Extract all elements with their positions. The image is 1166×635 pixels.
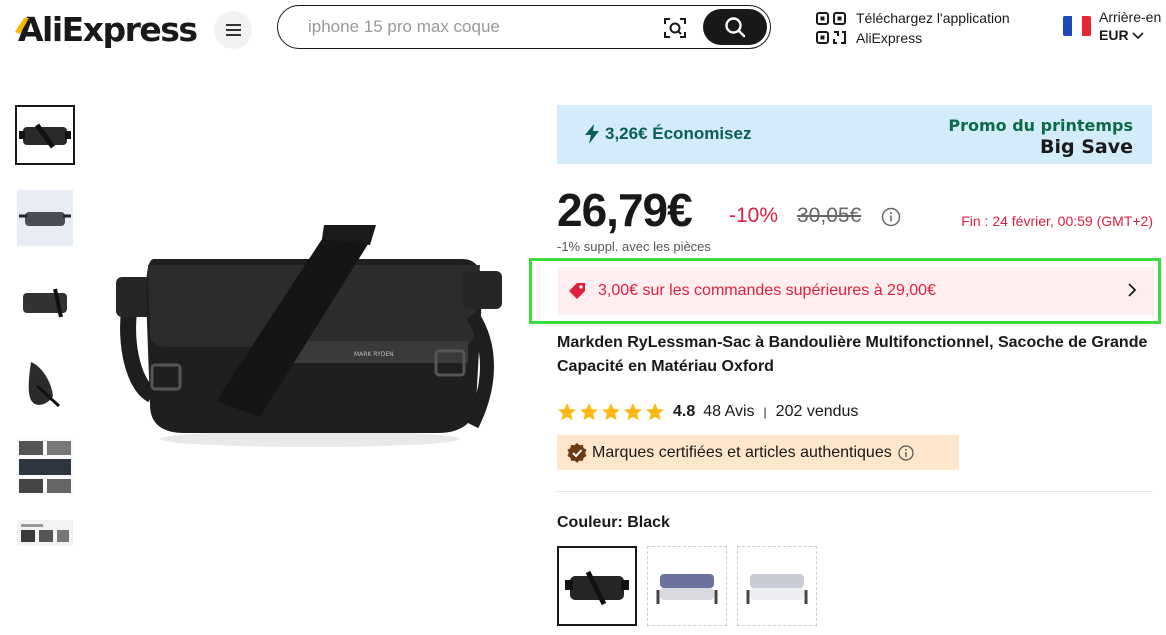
- bag-grey-swatch-image: [656, 574, 718, 604]
- promo-title: Promo du printemps Big Save: [948, 116, 1133, 158]
- bag-white-swatch-image: [746, 574, 808, 604]
- product-title: Markden RyLessman-Sac à Bandoulière Mult…: [557, 334, 1148, 375]
- info-icon[interactable]: [898, 444, 914, 461]
- app-download-text: Téléchargez l'application AliExpress: [856, 8, 1010, 48]
- locale-selector[interactable]: Arrière-en EUR: [1063, 8, 1161, 48]
- thumbnail-3[interactable]: [15, 271, 75, 331]
- star-icon: [624, 403, 642, 421]
- search-input[interactable]: [308, 17, 658, 37]
- discount-percent: -10%: [729, 204, 779, 227]
- svg-text:MARK RYDEN: MARK RYDEN: [354, 351, 394, 358]
- swatch-black[interactable]: [557, 546, 637, 626]
- logo-text: AliExpress: [18, 9, 198, 49]
- main-product-image[interactable]: MARK RYDEN: [92, 225, 528, 455]
- thumbnail-5[interactable]: [15, 437, 75, 497]
- star-icon: [646, 403, 664, 421]
- top-header: AliExpress Téléchargez l'a: [0, 0, 1166, 56]
- thumbnail-list: [15, 105, 75, 569]
- rating-value: 4.8: [673, 403, 696, 420]
- thumbnail-2[interactable]: [15, 188, 75, 248]
- menu-button[interactable]: [214, 11, 252, 49]
- bag-grey-thumb-image: [17, 190, 73, 246]
- section-divider: [557, 491, 1153, 492]
- color-label: Couleur: Black: [557, 514, 670, 531]
- app-download-line1: Téléchargez l'application: [856, 10, 1010, 26]
- star-icon: [602, 403, 620, 421]
- france-flag-icon: [1063, 16, 1091, 36]
- bag-collage-thumb-image: [17, 439, 73, 495]
- aliexpress-logo[interactable]: AliExpress: [15, 9, 198, 49]
- coupon-content: 3,00€ sur les commandes supérieures à 29…: [558, 267, 1154, 315]
- bag-worn-thumb-image: [28, 362, 61, 408]
- thumbnail-6[interactable]: [15, 520, 75, 546]
- promo-title-line1: Promo du printemps: [948, 116, 1133, 135]
- info-icon[interactable]: [881, 207, 901, 227]
- sold-count: 202 vendus: [775, 403, 859, 420]
- promo-banner[interactable]: 3,26€ Économisez Promo du printemps Big …: [557, 105, 1152, 164]
- reviews-link[interactable]: 48 Avis: [703, 403, 754, 421]
- search-button[interactable]: [703, 9, 767, 45]
- swatch-white[interactable]: [737, 546, 817, 626]
- search-icon: [725, 17, 746, 38]
- chevron-right-icon: [1128, 283, 1137, 297]
- star-icon: [580, 403, 598, 421]
- price-row: 26,79€ -10% 30,05€ Fin : 24 février, 00:…: [557, 183, 1157, 236]
- qr-code-icon: [816, 12, 846, 44]
- locale-ship-to: Arrière-en: [1099, 9, 1162, 25]
- currency-label: EUR: [1099, 27, 1129, 43]
- bag-black-thumb-image: [19, 123, 71, 149]
- coupon-text: 3,00€ sur les commandes supérieures à 29…: [598, 282, 936, 299]
- thumbnail-4[interactable]: [15, 354, 75, 414]
- coins-note: -1% suppl. avec les pièces: [557, 239, 711, 254]
- coupon-banner[interactable]: 3,00€ sur les commandes supérieures à 29…: [529, 258, 1161, 324]
- certified-check-icon: [567, 442, 587, 463]
- authenticity-badge: Marques certifiées et articles authentiq…: [557, 435, 959, 470]
- rating-stars: [557, 402, 667, 422]
- color-swatches: [557, 546, 827, 626]
- logo-accent-icon: [15, 17, 29, 34]
- star-icon: [558, 403, 576, 421]
- bag-angle-thumb-image: [23, 288, 67, 318]
- original-price: 30,05€: [797, 204, 862, 227]
- currency-row: EUR: [1099, 26, 1161, 44]
- promo-savings: 3,26€ Économisez: [585, 124, 751, 144]
- authenticity-text: Marques certifiées et articles authentiq…: [592, 443, 892, 461]
- camera-search-icon[interactable]: [662, 15, 688, 41]
- rating-separator: |: [763, 405, 767, 419]
- promo-title-line2: Big Save: [1040, 136, 1133, 158]
- bag-black-swatch-image: [565, 570, 629, 606]
- chevron-down-icon: [1132, 32, 1145, 40]
- thumbnail-1[interactable]: [15, 105, 75, 165]
- swatch-grey[interactable]: [647, 546, 727, 626]
- current-price: 26,79€: [557, 184, 693, 236]
- rating-row: 4.8 48 Avis | 202 vendus: [557, 400, 858, 424]
- promo-savings-text: 3,26€ Économisez: [605, 124, 752, 143]
- app-download-link[interactable]: Téléchargez l'application AliExpress: [816, 8, 1010, 48]
- app-download-line2: AliExpress: [856, 30, 923, 46]
- locale-text: Arrière-en EUR: [1099, 8, 1161, 44]
- promo-end-time: Fin : 24 février, 00:59 (GMT+2): [961, 213, 1153, 229]
- search-bar: [277, 5, 771, 49]
- price-tag-icon: [569, 283, 585, 299]
- lightning-icon: [585, 124, 599, 144]
- menu-icon: [225, 24, 241, 36]
- bag-spec-thumb-image: [17, 520, 73, 546]
